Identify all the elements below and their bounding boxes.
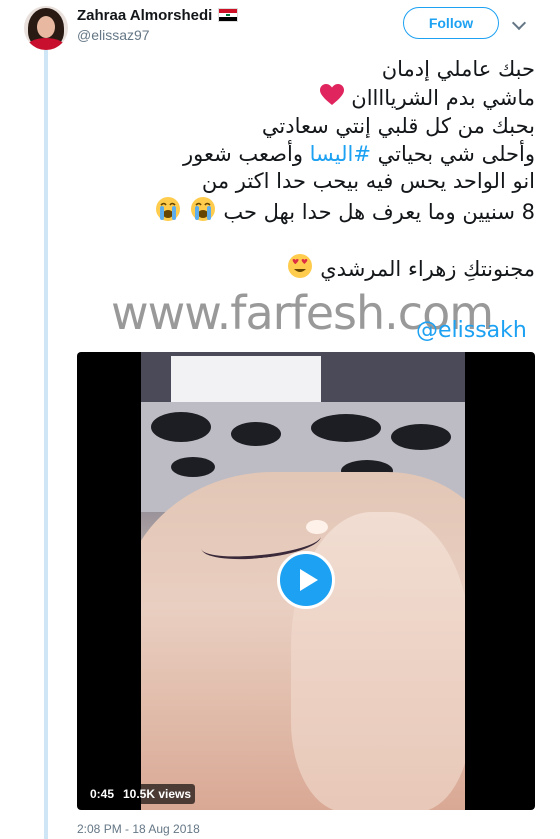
video-player[interactable]: 0:45 10.5K views (77, 352, 535, 810)
red-heart-icon (319, 83, 344, 114)
tweet-line: بحبك من كل قلبي إنتي سعادتي (261, 114, 535, 138)
tweet-signature: مجنونتكِ زهراء المرشدي (95, 253, 535, 287)
loudly-crying-face-icon (190, 196, 216, 230)
tweet-line: 8 سنيين وما يعرف هل حدا بهل حب (95, 196, 535, 230)
play-icon[interactable] (277, 551, 335, 609)
iraq-flag-icon (218, 8, 239, 22)
display-name[interactable]: Zahraa Almorshedi (77, 7, 212, 24)
tweet-line: حبك عاملي إدمان (381, 57, 535, 81)
tweet-line: انو الواحد يحس فيه بيحب حدا اكتر من (201, 169, 535, 193)
chevron-down-icon[interactable] (511, 15, 527, 31)
follow-button[interactable]: Follow (403, 7, 499, 39)
smiling-face-with-heart-eyes-icon (287, 253, 313, 287)
video-views: 10.5K views (119, 784, 196, 804)
tweet-text: حبك عاملي إدمان ماشي بدم الشرياااان بحبك… (95, 56, 535, 287)
user-handle[interactable]: @elissaz97 (77, 27, 238, 43)
video-duration: 0:45 (86, 784, 119, 804)
tweet-line: ماشي بدم الشرياااان (95, 83, 535, 114)
watermark-handle: @elissakh (416, 318, 527, 343)
avatar[interactable] (24, 6, 68, 50)
tweet-timestamp[interactable]: 2:08 PM - 18 Aug 2018 (77, 822, 200, 836)
user-info: Zahraa Almorshedi @elissaz97 (77, 6, 239, 43)
tweet-line: وأحلى شي بحياتي #اليسا وأصعب شعور (183, 141, 535, 166)
hashtag-link[interactable]: #اليسا (310, 142, 371, 166)
thread-line (44, 48, 48, 839)
loudly-crying-face-icon (155, 196, 181, 230)
